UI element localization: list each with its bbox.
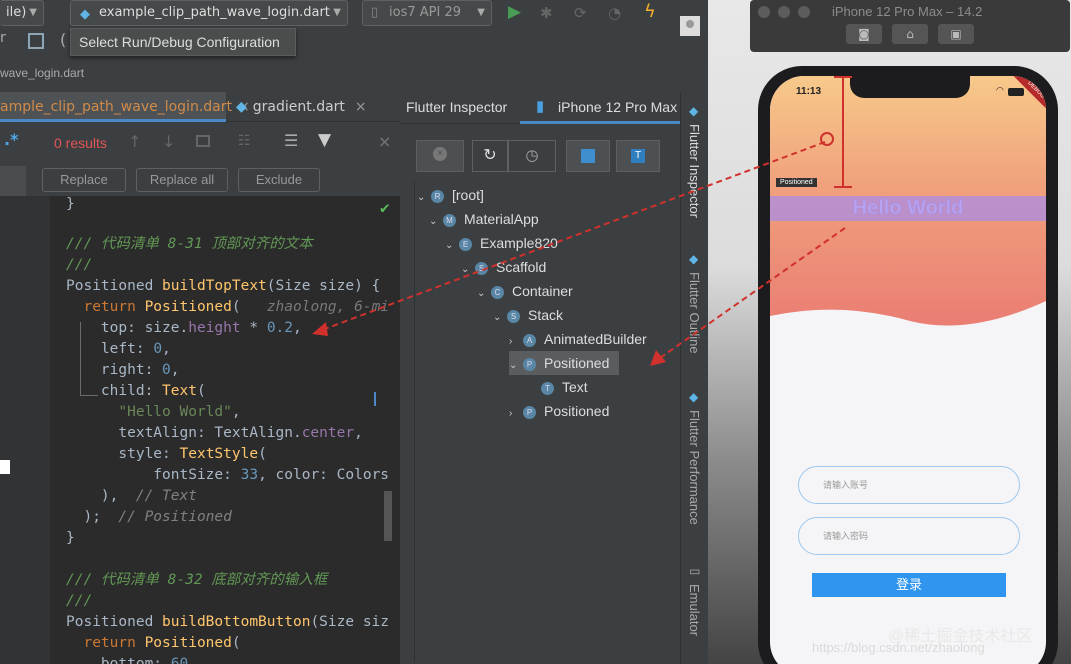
annotation-arrow-line: [321, 141, 826, 331]
annotation-arrow-line: [659, 227, 846, 359]
annotation-overlay: [312, 141, 846, 366]
annotation-arrowhead: [650, 350, 666, 366]
annotation-arrowhead: [312, 322, 328, 336]
